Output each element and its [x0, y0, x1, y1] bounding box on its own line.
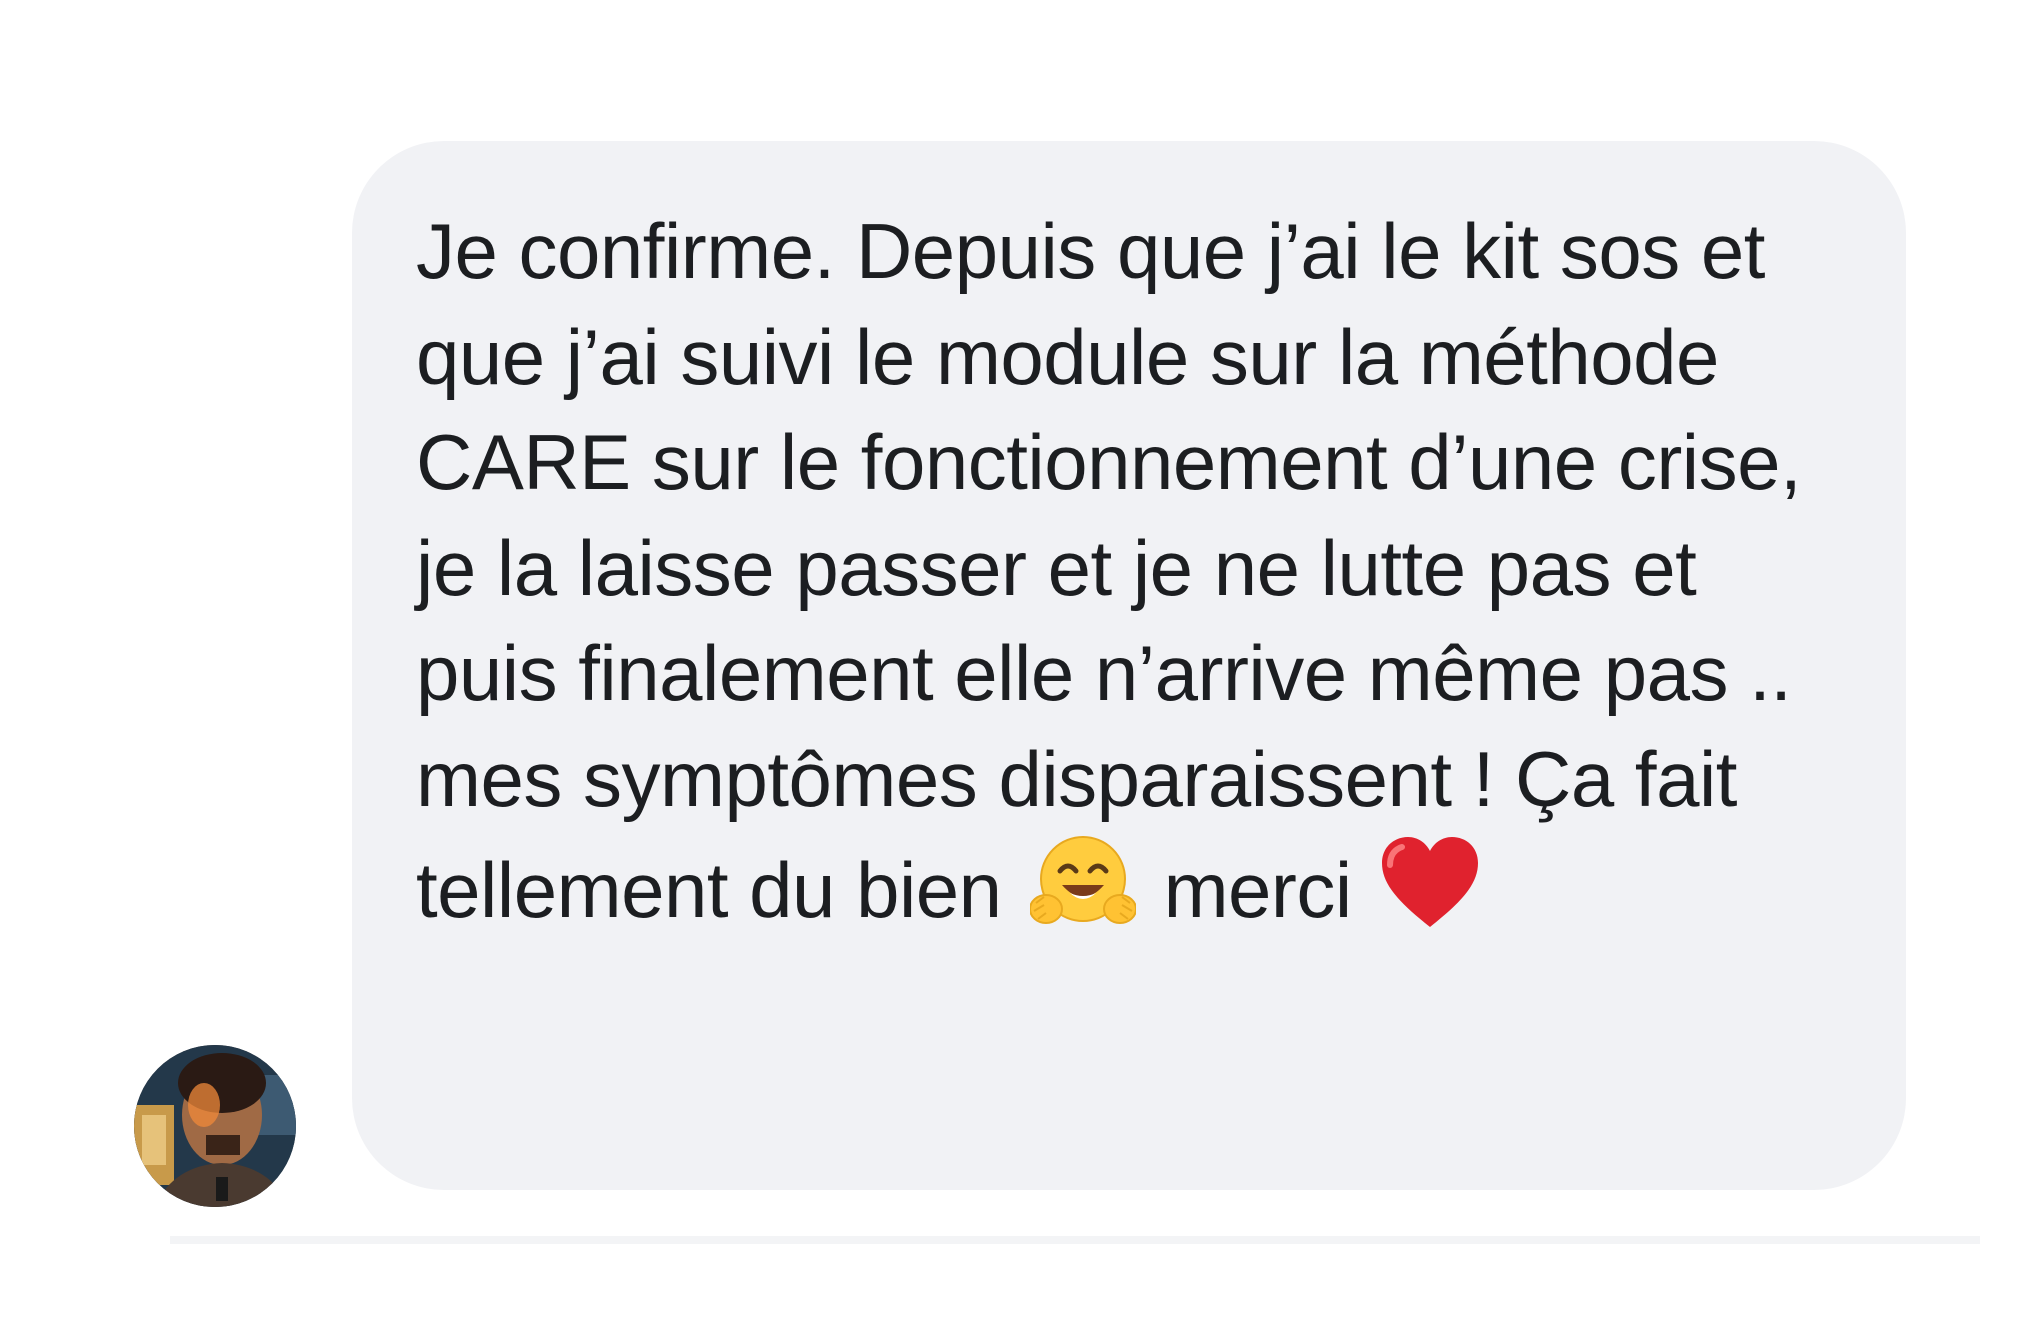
message-bubble[interactable]: Je confirme. Depuis que j’ai le kit sos … — [352, 141, 1906, 1190]
message-body: Je confirme. Depuis que j’ai le kit sos … — [416, 207, 1802, 934]
message-text: Je confirme. Depuis que j’ai le kit sos … — [416, 199, 1834, 957]
sender-avatar[interactable] — [134, 1045, 296, 1207]
red-heart-emoji-icon — [1380, 835, 1480, 958]
hugging-face-emoji-icon — [1028, 833, 1137, 958]
message-closing: merci — [1163, 845, 1353, 934]
chat-conversation: Je confirme. Depuis que j’ai le kit sos … — [0, 0, 2018, 1333]
divider — [170, 1236, 1980, 1244]
profile-photo-icon — [134, 1045, 296, 1207]
